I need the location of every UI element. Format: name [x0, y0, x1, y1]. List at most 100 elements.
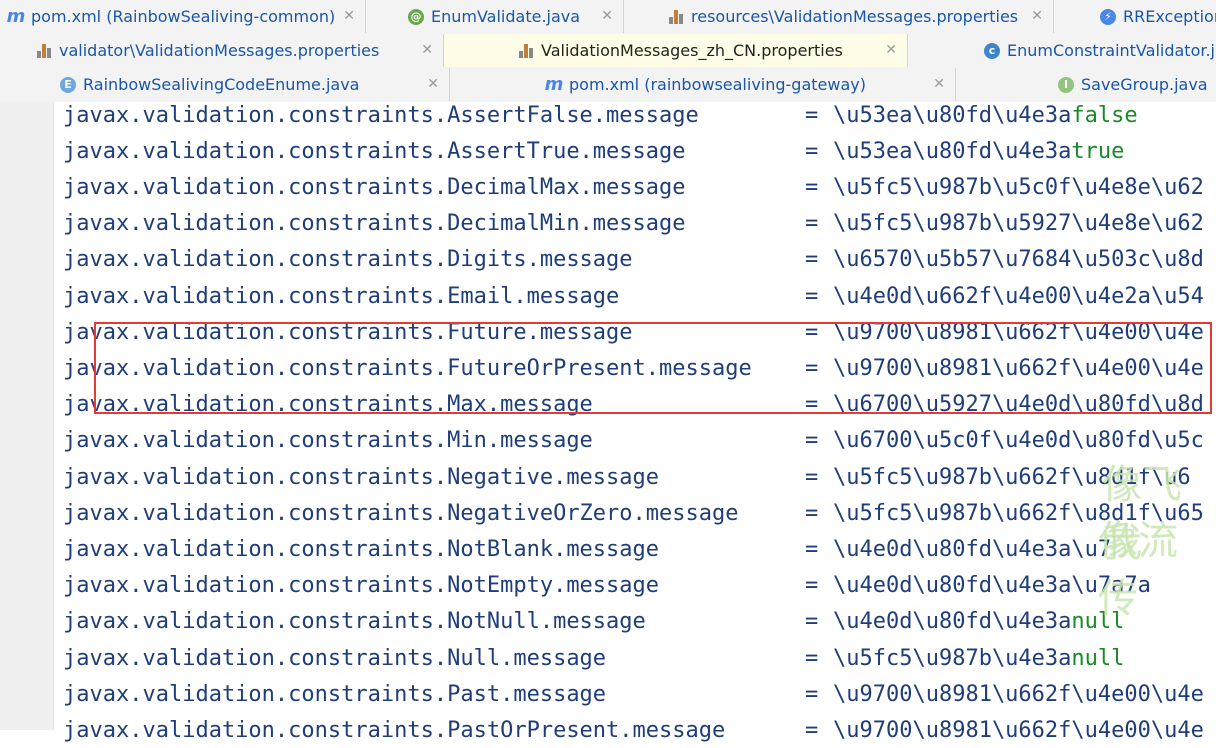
- property-value: \u4e0d\u662f\u4e00\u4e2a\u54: [833, 284, 1204, 309]
- tab-enum-validate[interactable]: @ EnumValidate.java ✕: [366, 0, 624, 33]
- interface-icon: I: [1058, 76, 1074, 93]
- equals-sign: =: [805, 500, 819, 526]
- property-value: \u53ea\u80fd\u4e3afalse: [833, 103, 1138, 128]
- tab-validator-validation-messages[interactable]: validator\ValidationMessages.properties …: [0, 34, 444, 67]
- code-line[interactable]: javax.validation.constraints.NotEmpty.me…: [63, 568, 1216, 604]
- properties-icon: [668, 9, 684, 25]
- code-line[interactable]: javax.validation.constraints.Past.messag…: [63, 676, 1216, 712]
- tab-resources-validation-messages[interactable]: resources\ValidationMessages.properties …: [624, 0, 1054, 33]
- tab-label: ValidationMessages_zh_CN.properties: [541, 41, 843, 60]
- equals-sign: =: [805, 174, 819, 200]
- tab-enum-constraint-validator[interactable]: c EnumConstraintValidator.java: [908, 34, 1216, 67]
- close-icon[interactable]: ✕: [421, 42, 433, 58]
- tab-label: EnumValidate.java: [431, 7, 581, 26]
- unicode-escape-value: \u9700\u8981\u662f\u4e00\u4e: [833, 681, 1204, 707]
- code-line[interactable]: javax.validation.constraints.DecimalMax.…: [63, 169, 1216, 205]
- close-icon[interactable]: ✕: [885, 42, 897, 58]
- property-key: javax.validation.constraints.Negative.me…: [63, 464, 660, 490]
- property-value: \u53ea\u80fd\u4e3atrue: [833, 139, 1124, 164]
- code-line[interactable]: javax.validation.constraints.NotBlank.me…: [63, 531, 1216, 567]
- close-icon[interactable]: ✕: [1031, 8, 1043, 24]
- tab-pom-common[interactable]: m pom.xml (RainbowSealiving-common) ✕: [0, 0, 366, 33]
- property-value: \u9700\u8981\u662f\u4e00\u4e: [833, 682, 1204, 707]
- editor-tabs-row-2: validator\ValidationMessages.properties …: [0, 34, 1216, 69]
- code-line[interactable]: javax.validation.constraints.Email.messa…: [63, 278, 1216, 314]
- code-line[interactable]: javax.validation.constraints.PastOrPrese…: [63, 712, 1216, 748]
- code-line[interactable]: javax.validation.constraints.NotNull.mes…: [63, 604, 1216, 640]
- tab-label: pom.xml (rainbowsealiving-gateway): [569, 75, 866, 94]
- property-value: \u9700\u8981\u662f\u4e00\u4e: [833, 356, 1204, 381]
- equals-sign: =: [805, 717, 819, 743]
- property-value: \u5fc5\u987b\u5c0f\u4e8e\u62: [833, 175, 1204, 200]
- unicode-escape-value: \u53ea\u80fd\u4e3a: [833, 138, 1072, 164]
- equals-sign: =: [805, 392, 819, 418]
- maven-m-icon: m: [544, 74, 564, 95]
- property-value: \u5fc5\u987b\u5927\u4e8e\u62: [833, 211, 1204, 236]
- equals-sign: =: [805, 211, 819, 237]
- code-line[interactable]: javax.validation.constraints.Null.messag…: [63, 640, 1216, 676]
- property-value: \u4e0d\u80fd\u4e3a\u7: [833, 537, 1111, 562]
- exception-class-icon: ⚡: [1100, 8, 1116, 25]
- property-key: javax.validation.constraints.Digits.mess…: [63, 247, 633, 273]
- property-key: javax.validation.constraints.AssertTrue.…: [63, 138, 686, 164]
- tab-label: pom.xml (RainbowSealiving-common): [31, 7, 336, 26]
- code-line[interactable]: javax.validation.constraints.NegativeOrZ…: [63, 495, 1216, 531]
- tab-label: resources\ValidationMessages.properties: [691, 7, 1019, 26]
- code-editor[interactable]: javax.validation.constraints.AssertFalse…: [0, 102, 1216, 743]
- unicode-escape-value: \u4e0d\u80fd\u4e3a: [833, 609, 1072, 635]
- enum-icon: E: [60, 76, 76, 93]
- maven-m-icon: m: [6, 6, 26, 27]
- annotation-icon: @: [408, 8, 424, 25]
- property-key: javax.validation.constraints.NotNull.mes…: [63, 609, 646, 635]
- property-key: javax.validation.constraints.DecimalMax.…: [63, 174, 686, 200]
- tab-rrexception[interactable]: ⚡ RRException: [1054, 0, 1216, 33]
- literal-suffix: true: [1071, 138, 1125, 164]
- unicode-escape-value: \u6700\u5c0f\u4e0d\u80fd\u5c: [833, 428, 1204, 454]
- editor-tabs-row-1: m pom.xml (RainbowSealiving-common) ✕ @ …: [0, 0, 1216, 35]
- property-key: javax.validation.constraints.FutureOrPre…: [63, 355, 752, 381]
- properties-icon: [36, 43, 52, 59]
- equals-sign: =: [805, 464, 819, 490]
- class-icon: c: [984, 42, 1000, 59]
- property-value: \u9700\u8981\u662f\u4e00\u4e: [833, 320, 1204, 345]
- tab-label: RRException: [1123, 7, 1216, 26]
- unicode-escape-value: \u5fc5\u987b\u4e3a: [833, 645, 1072, 671]
- code-line[interactable]: javax.validation.constraints.FutureOrPre…: [63, 350, 1216, 386]
- code-line[interactable]: javax.validation.constraints.DecimalMin.…: [63, 206, 1216, 242]
- unicode-escape-value: \u53ea\u80fd\u4e3a: [833, 102, 1072, 128]
- code-line[interactable]: javax.validation.constraints.Max.message…: [63, 387, 1216, 423]
- equals-sign: =: [805, 536, 819, 562]
- code-line[interactable]: javax.validation.constraints.AssertFalse…: [63, 97, 1216, 133]
- tab-label: SaveGroup.java: [1081, 75, 1208, 94]
- line-gutter: [0, 102, 54, 730]
- property-key: javax.validation.constraints.Future.mess…: [63, 319, 633, 345]
- equals-sign: =: [805, 355, 819, 381]
- unicode-escape-value: \u4e0d\u662f\u4e00\u4e2a\u54: [833, 283, 1204, 309]
- unicode-escape-value: \u5fc5\u987b\u5927\u4e8e\u62: [833, 211, 1204, 237]
- close-icon[interactable]: ✕: [601, 8, 613, 24]
- unicode-escape-value: \u9700\u8981\u662f\u4e00\u4e: [833, 355, 1204, 381]
- close-icon[interactable]: ✕: [933, 76, 945, 92]
- property-key: javax.validation.constraints.PastOrPrese…: [63, 717, 726, 743]
- code-line[interactable]: javax.validation.constraints.AssertTrue.…: [63, 133, 1216, 169]
- tab-label: EnumConstraintValidator.java: [1007, 41, 1216, 60]
- tab-label: RainbowSealivingCodeEnume.java: [83, 75, 360, 94]
- code-line[interactable]: javax.validation.constraints.Digits.mess…: [63, 242, 1216, 278]
- literal-suffix: false: [1071, 102, 1138, 128]
- close-icon[interactable]: ✕: [343, 8, 355, 24]
- code-line[interactable]: javax.validation.constraints.Negative.me…: [63, 459, 1216, 495]
- unicode-escape-value: \u9700\u8981\u662f\u4e00\u4e: [833, 717, 1204, 743]
- tab-validation-messages-zh-cn[interactable]: ValidationMessages_zh_CN.properties ✕: [444, 34, 908, 67]
- property-key: javax.validation.constraints.Null.messag…: [63, 645, 607, 671]
- property-value: \u6570\u5b57\u7684\u503c\u8d: [833, 247, 1204, 272]
- unicode-escape-value: \u9700\u8981\u662f\u4e00\u4e: [833, 319, 1204, 345]
- property-key: javax.validation.constraints.Past.messag…: [63, 681, 607, 707]
- property-key: javax.validation.constraints.DecimalMin.…: [63, 211, 686, 237]
- equals-sign: =: [805, 283, 819, 309]
- property-key: javax.validation.constraints.NotBlank.me…: [63, 536, 660, 562]
- code-line[interactable]: javax.validation.constraints.Min.message…: [63, 423, 1216, 459]
- tab-label: validator\ValidationMessages.properties: [59, 41, 380, 60]
- close-icon[interactable]: ✕: [427, 76, 439, 92]
- code-line[interactable]: javax.validation.constraints.Future.mess…: [63, 314, 1216, 350]
- equals-sign: =: [805, 319, 819, 345]
